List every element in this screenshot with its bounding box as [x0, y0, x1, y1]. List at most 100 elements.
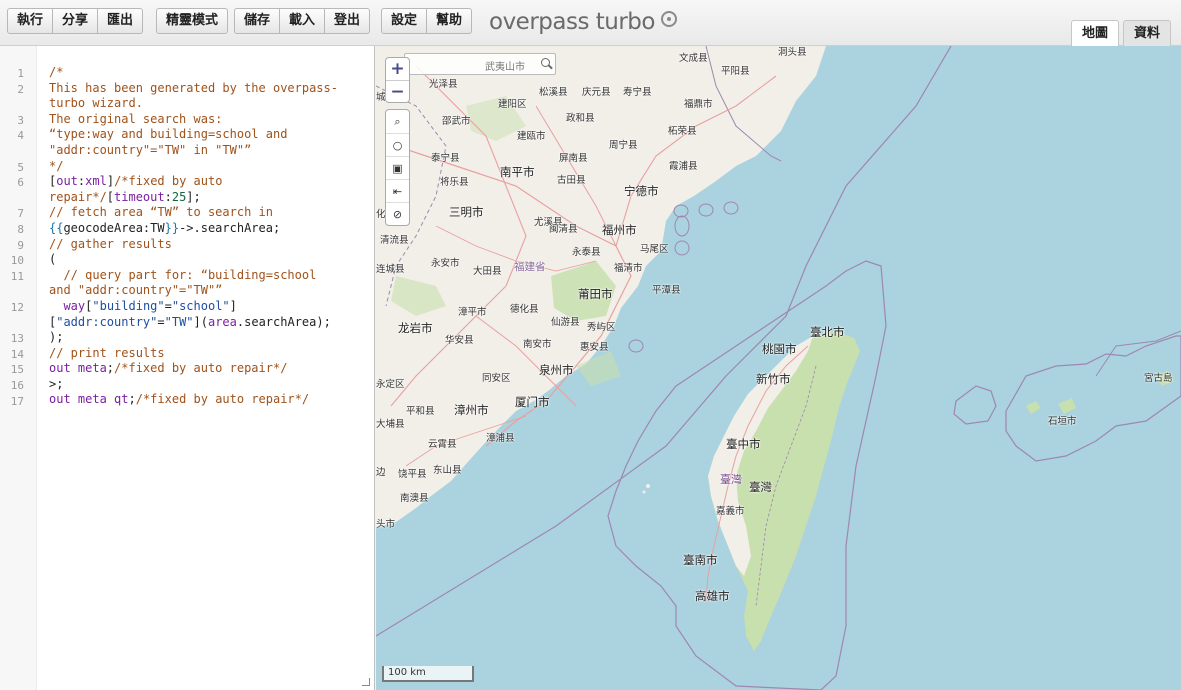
resize-handle[interactable] [362, 678, 370, 686]
place-label: 嘉義市 [716, 506, 745, 517]
code-token: // gather results [49, 236, 172, 251]
line-number: 2 [17, 82, 24, 96]
place-label: 漳州市 [454, 403, 489, 417]
code-token: [ [106, 189, 115, 204]
place-label: 南澳县 [400, 493, 429, 504]
place-label: 漳平市 [458, 307, 487, 318]
line-number: 14 [10, 347, 24, 361]
load-button[interactable]: 載入 [280, 8, 326, 34]
code-line[interactable]: out meta;/*fixed by auto repair*/ [49, 361, 369, 377]
line-number-gutter: 1 2 3 4 5 6 7 8 9 10 11 12 13 14 15 16 17 [0, 46, 37, 690]
yaeyama-island [1026, 401, 1041, 414]
code-line[interactable]: // gather results [49, 237, 369, 253]
toolbar-group-wizard: 精靈模式 [156, 8, 229, 34]
code-token: /*fixed by auto [114, 174, 223, 189]
tab-data[interactable]: 資料 [1122, 20, 1171, 46]
maritime-boundary [953, 385, 997, 425]
logout-button[interactable]: 登出 [325, 8, 371, 34]
place-label: 云霄县 [428, 439, 457, 450]
code-line[interactable]: ["addr:country"="TW"](area.searchArea); [49, 315, 369, 331]
code-line[interactable]: // query part for: “building=school [49, 268, 369, 284]
code-editor[interactable]: 1 2 3 4 5 6 7 8 9 10 11 12 13 14 15 16 17 /* This has bee… [0, 46, 375, 690]
magnify-icon[interactable]: ⌕ [386, 110, 409, 133]
code-token: ->.searchArea; [179, 220, 281, 235]
disable-icon[interactable]: ⊘ [386, 202, 409, 225]
zoom-in-button[interactable]: + [386, 58, 409, 80]
fit-data-icon[interactable]: ⇤ [386, 179, 409, 202]
code-token: /*fixed by auto repair*/ [135, 392, 310, 407]
help-button[interactable]: 幫助 [427, 8, 473, 34]
place-label: 臺灣 [720, 473, 742, 486]
line-number: 16 [10, 379, 24, 392]
code-line[interactable]: turbo wizard. [49, 96, 369, 112]
penghu-island [642, 490, 646, 494]
map-canvas [376, 46, 1181, 690]
export-button[interactable]: 匯出 [98, 8, 144, 34]
code-token: {{ [49, 220, 64, 235]
query-code[interactable]: /* This has been generated by the overpas… [49, 65, 369, 408]
code-line[interactable]: >; [49, 377, 369, 393]
image-icon[interactable]: ▣ [386, 156, 409, 179]
line-number: 5 [17, 160, 24, 174]
code-token: // query part for: “building=school [49, 267, 317, 282]
line-number: 12 [10, 301, 24, 314]
map-search-placeholder: 武夷山市 [485, 62, 525, 73]
place-label: 臺灣 [749, 480, 772, 494]
run-button[interactable]: 執行 [7, 8, 54, 34]
place-label: 福建省 [514, 261, 546, 273]
code-token: // print results [49, 345, 165, 360]
place-label: 秀屿区 [587, 322, 616, 333]
code-line[interactable]: {{geocodeArea:TW}}->.searchArea; [49, 221, 369, 237]
search-icon[interactable] [541, 58, 550, 67]
code-line[interactable]: /* [49, 65, 369, 81]
save-button[interactable]: 儲存 [234, 8, 281, 34]
code-line[interactable]: [out:xml]/*fixed by auto [49, 174, 369, 190]
code-line[interactable]: The original search was: [49, 112, 369, 128]
line-number: 7 [17, 207, 24, 221]
code-line[interactable]: */ [49, 159, 369, 175]
place-label: 福清市 [614, 263, 643, 274]
map-view[interactable]: 武夷山市 + − ⌕ ○ ▣ ⇤ ⊘ 洞头县 文成县 平阳县 光泽县 松溪县 庆元县 寿宁县… [376, 46, 1181, 690]
place-label: 南安市 [523, 339, 552, 350]
settings-button[interactable]: 設定 [381, 8, 428, 34]
code-line[interactable]: out meta qt;/*fixed by auto repair*/ [49, 392, 369, 408]
place-label: 古田县 [557, 175, 586, 186]
code-line[interactable]: // print results [49, 346, 369, 362]
place-label: 臺中市 [726, 437, 761, 451]
wizard-button[interactable]: 精靈模式 [156, 8, 229, 34]
place-label: 臺北市 [810, 325, 845, 339]
tab-map[interactable]: 地圖 [1070, 20, 1119, 46]
place-label: 永安市 [431, 258, 460, 269]
code-line[interactable]: ( [49, 252, 369, 268]
code-line[interactable]: "addr:country"="TW" in "TW"” [49, 143, 369, 159]
line-number: 15 [10, 363, 24, 377]
code-token: ]; [186, 189, 201, 204]
code-token: The original search was: [49, 111, 223, 126]
toolbar-group-file: 儲存 載入 登出 [234, 8, 371, 34]
zoom-out-button[interactable]: − [386, 80, 409, 102]
code-token: turbo wizard. [49, 96, 143, 111]
code-line[interactable]: // fetch area “TW” to search in [49, 205, 369, 221]
line-number: 3 [17, 113, 24, 127]
code-line[interactable]: way["building"="school"] [49, 299, 369, 315]
share-button[interactable]: 分享 [53, 8, 99, 34]
code-line[interactable]: and "addr:country"="TW"” [49, 283, 369, 299]
locate-icon[interactable]: ○ [386, 133, 409, 156]
toolbar: 執行 分享 匯出 精靈模式 儲存 載入 登出 設定 幫助 overpass tu… [0, 0, 1181, 46]
map-search-input[interactable]: 武夷山市 [404, 53, 556, 75]
place-label: 政和县 [566, 113, 595, 124]
code-token: out meta [49, 361, 107, 376]
code-line[interactable]: ); [49, 330, 369, 346]
place-label: 建阳区 [498, 99, 527, 110]
code-token: repair*/ [49, 189, 107, 204]
place-label: 文成县 [679, 53, 708, 64]
code-line[interactable]: “type:way and building=school and [49, 127, 369, 143]
line-number: 1 [17, 67, 24, 80]
code-line[interactable]: This has been generated by the overpass- [49, 81, 369, 97]
place-label: 仙游县 [551, 317, 580, 328]
place-label: 大埔县 [376, 419, 405, 430]
code-token: // fetch area “TW” to search in [49, 205, 273, 220]
code-line[interactable]: repair*/[timeout:25]; [49, 190, 369, 206]
place-label: 石垣市 [1048, 416, 1077, 427]
place-label: 头市 [376, 519, 396, 530]
